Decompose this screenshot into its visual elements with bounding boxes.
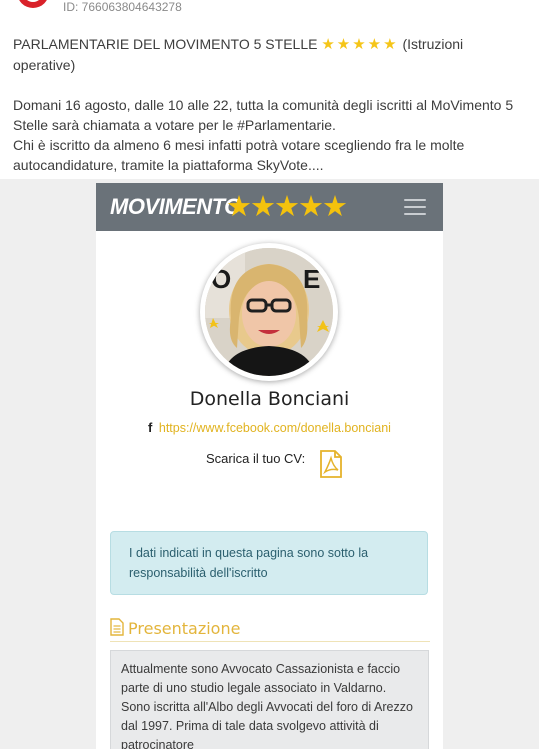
section-title: Presentazione	[128, 619, 241, 638]
responsibility-alert: I dati indicati in questa pagina sono so…	[110, 531, 428, 595]
navbar: MOVIMENTO ★★★★★	[96, 183, 443, 231]
brand-stars: ★★★★★	[226, 191, 348, 223]
page-avatar[interactable]: 2050	[17, 0, 49, 8]
profile-photo: O E	[205, 248, 333, 376]
post-header: 2050 ID: 766063804643278	[0, 0, 539, 18]
stars-emoji: ★★★★★	[321, 36, 399, 53]
post-title: PARLAMENTARIE DEL MOVIMENTO 5 STELLE ★★★…	[13, 34, 525, 75]
facebook-icon: f	[148, 420, 153, 435]
document-icon	[110, 618, 124, 641]
post-body: PARLAMENTARIE DEL MOVIMENTO 5 STELLE ★★★…	[13, 34, 525, 175]
profile-photo-frame: O E	[200, 243, 338, 381]
post-paragraph-1: Domani 16 agosto, dalle 10 alle 22, tutt…	[13, 97, 514, 133]
cv-label: Scarica il tuo CV:	[206, 451, 306, 466]
facebook-row: f https://www.fcebook.com/donella.boncia…	[96, 420, 443, 435]
embedded-screenshot[interactable]: MOVIMENTO ★★★★★ O E Donella Bonciani f h…	[96, 183, 443, 749]
presentation-header: Presentazione	[110, 617, 430, 642]
presentation-text: Attualmente sono Avvocato Cassazionista …	[110, 650, 429, 749]
avatar-logo-text: 2050	[23, 0, 43, 2]
pdf-file-icon[interactable]	[319, 450, 343, 483]
svg-text:O: O	[211, 264, 231, 294]
svg-text:E: E	[303, 264, 320, 294]
candidate-name: Donella Bonciani	[189, 388, 350, 410]
brand-logo[interactable]: MOVIMENTO	[110, 194, 241, 220]
post-paragraph-2: Chi è iscritto da almeno 6 mesi infatti …	[13, 137, 465, 173]
facebook-link[interactable]: https://www.fcebook.com/donella.bonciani	[159, 421, 391, 435]
hamburger-menu-icon[interactable]	[404, 199, 426, 215]
post-title-text: PARLAMENTARIE DEL MOVIMENTO 5 STELLE	[13, 36, 318, 52]
post-id: ID: 766063804643278	[63, 0, 182, 14]
